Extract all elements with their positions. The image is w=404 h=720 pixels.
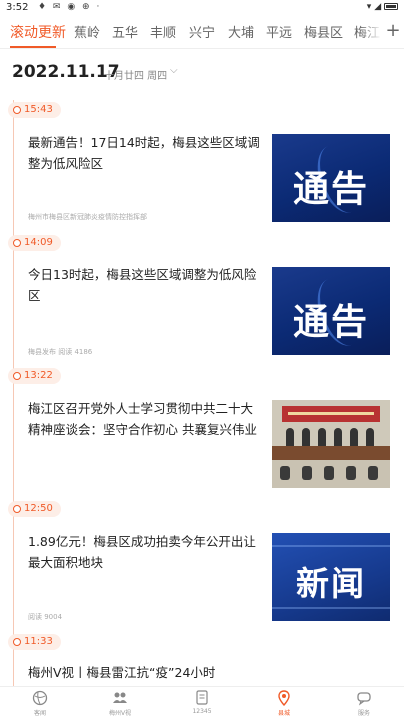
wifi-icon: ▾ xyxy=(366,2,372,12)
news-source: 梅县发布 阅读 4186 xyxy=(28,348,93,356)
thumbnail-text: 新闻 xyxy=(296,564,366,603)
hotline-icon xyxy=(196,690,208,705)
news-title[interactable]: 梅州V视丨梅县雷江抗“疫”24小时 xyxy=(28,662,328,683)
status-notification-icons: ♦ ✉ ◉ ⊕ · xyxy=(38,2,102,12)
nav-label: 客闻 xyxy=(33,710,46,717)
tab-dabu[interactable]: 大埔 xyxy=(228,22,254,41)
person-figure xyxy=(350,428,358,446)
news-thumbnail[interactable]: 通告 xyxy=(272,134,390,222)
news-time: 11:33 xyxy=(24,636,53,647)
person-figure xyxy=(334,428,342,446)
nav-service[interactable]: 服务 xyxy=(334,689,394,717)
chat-icon xyxy=(357,692,371,706)
tab-jiaoling[interactable]: 蕉岭 xyxy=(74,22,100,41)
timeline-dot-icon xyxy=(13,638,21,646)
meeting-photo-thumbnail[interactable] xyxy=(272,400,390,488)
person-figure xyxy=(286,428,294,446)
news-title[interactable]: 梅江区召开党外人士学习贯彻中共二十大精神座谈会：坚守合作初心 共襄复兴伟业 xyxy=(28,398,260,440)
time-pill: 12:50 xyxy=(8,501,61,517)
person-figure xyxy=(302,428,310,446)
time-pill: 14:09 xyxy=(8,235,61,251)
date-header[interactable]: 2022.11.17 十月廿四 周四 ⌵ xyxy=(0,60,404,84)
timeline-dot-icon xyxy=(13,372,21,380)
meeting-people xyxy=(272,428,390,446)
time-pill: 15:43 xyxy=(8,102,61,118)
thumbnail-decoration xyxy=(272,607,390,609)
time-pill: 11:33 xyxy=(8,634,61,650)
timeline-dot-icon xyxy=(13,505,21,513)
tab-fengshun[interactable]: 丰顺 xyxy=(150,22,176,41)
add-channel-button[interactable]: + xyxy=(382,20,404,41)
nav-label: 梅州V视 xyxy=(108,710,132,717)
chair-figure xyxy=(346,466,356,480)
date-lunar: 十月廿四 周四 xyxy=(104,71,168,82)
chair-figure xyxy=(368,466,378,480)
thumbnail-decoration xyxy=(272,545,390,547)
nav-news[interactable]: 客闻 xyxy=(10,689,70,717)
battery-icon xyxy=(384,3,398,10)
nav-label: 12345 xyxy=(192,708,212,715)
news-source: 梅州市梅县区新冠肺炎疫情防控指挥部 xyxy=(28,213,147,221)
chevron-down-icon[interactable]: ⌵ xyxy=(170,65,178,76)
chair-figure xyxy=(324,466,334,480)
time-pill: 13:22 xyxy=(8,368,61,384)
tab-wuhua[interactable]: 五华 xyxy=(112,22,138,41)
person-figure xyxy=(318,428,326,446)
news-title[interactable]: 今日13时起，梅县这些区域调整为低风险区 xyxy=(28,264,260,306)
thumbnail-text: 通告 xyxy=(292,302,369,343)
tab-xingning[interactable]: 兴宁 xyxy=(189,22,215,41)
news-time: 12:50 xyxy=(24,503,53,514)
location-icon xyxy=(278,690,290,707)
channel-tabs: 滚动更新 蕉岭 五华 丰顺 兴宁 大埔 平远 梅县区 梅江 + xyxy=(0,18,404,48)
status-time: 3:52 xyxy=(6,2,29,13)
timeline-dot-icon xyxy=(13,106,21,114)
meeting-banner-text xyxy=(288,412,374,415)
news-title[interactable]: 最新通告！17日14时起，梅县这些区域调整为低风险区 xyxy=(28,132,260,174)
chair-figure xyxy=(280,466,290,480)
person-figure xyxy=(366,428,374,446)
news-thumbnail[interactable]: 通告 xyxy=(272,267,390,355)
thumbnail-text: 通告 xyxy=(292,169,369,210)
signal-icon: ◢ xyxy=(374,2,382,12)
timeline-line xyxy=(13,100,14,700)
people-icon xyxy=(113,692,127,703)
bottom-nav: 客闻 梅州V视 12345 县城 服务 xyxy=(0,686,404,720)
news-time: 14:09 xyxy=(24,237,53,248)
news-time: 15:43 xyxy=(24,104,53,115)
nav-video[interactable]: 梅州V视 xyxy=(90,689,150,717)
globe-icon xyxy=(32,690,48,706)
tab-rolling-update[interactable]: 滚动更新 xyxy=(10,22,66,42)
chair-figure xyxy=(302,466,312,480)
tab-pingyuan[interactable]: 平远 xyxy=(266,22,292,41)
tab-meixian[interactable]: 梅县区 xyxy=(304,22,343,41)
nav-label: 县城 xyxy=(277,710,290,717)
tabs-fade xyxy=(360,18,382,46)
news-thumbnail[interactable]: 新闻 xyxy=(272,533,390,621)
nav-hotline[interactable]: 12345 xyxy=(172,689,232,715)
status-right: ▾ ◢ xyxy=(367,2,398,12)
nav-label: 服务 xyxy=(357,710,370,717)
status-bar: 3:52 ♦ ✉ ◉ ⊕ · ▾ ◢ xyxy=(0,0,404,16)
tabs-divider xyxy=(0,48,404,49)
news-title[interactable]: 1.89亿元！梅县区成功拍卖今年公开出让最大面积地块 xyxy=(28,531,260,573)
news-time: 13:22 xyxy=(24,370,53,381)
news-source: 阅读 9004 xyxy=(28,613,63,621)
nav-county[interactable]: 县城 xyxy=(254,689,314,717)
timeline-dot-icon xyxy=(13,239,21,247)
meeting-table xyxy=(272,446,390,460)
